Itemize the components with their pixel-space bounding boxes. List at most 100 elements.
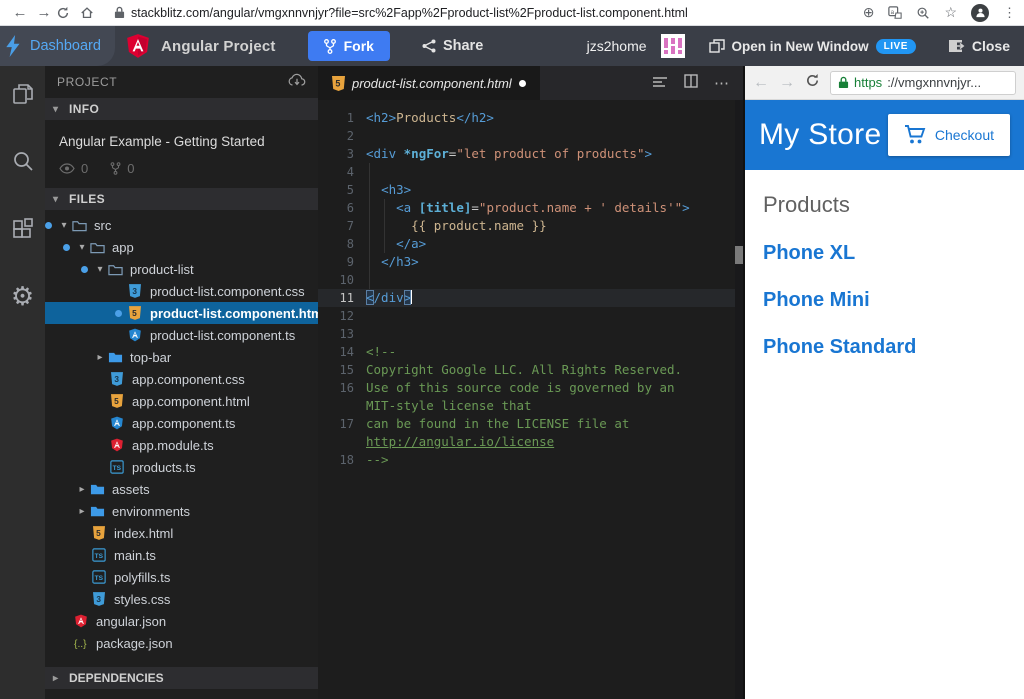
line-number <box>318 433 354 451</box>
code-line-5: 5 <h3> <box>318 181 743 199</box>
product-links: Phone XL Phone Mini Phone Standard <box>763 242 1006 359</box>
line-number: 16 <box>318 379 354 397</box>
tree-item-product-list.component.html[interactable]: 5product-list.component.html <box>45 302 318 324</box>
product-link-phone-xl[interactable]: Phone XL <box>763 242 1006 265</box>
tree-item-styles.css[interactable]: 3styles.css <box>45 588 318 610</box>
scrollbar-handle[interactable] <box>735 246 743 264</box>
line-number: 3 <box>318 145 354 163</box>
chevron-right-icon: ▸ <box>75 506 89 517</box>
tree-item-product-list.component.css[interactable]: 3product-list.component.css <box>45 280 318 302</box>
svg-text:TS: TS <box>95 575 104 582</box>
tree-item-label: app.component.css <box>132 372 245 387</box>
fork-button[interactable]: Fork <box>308 31 390 61</box>
profile-avatar-icon[interactable] <box>971 4 989 22</box>
tree-item-app.module.ts[interactable]: app.module.ts <box>45 434 318 456</box>
url-text: stackblitz.com/angular/vmgxnnvnjyr?file=… <box>131 6 688 20</box>
dashboard-pill[interactable]: Dashboard <box>0 26 115 66</box>
preview-back-icon[interactable]: ← <box>753 74 769 92</box>
code-content[interactable]: 1<h2>Products</h2>23<div *ngFor="let pro… <box>318 100 743 699</box>
lock-icon <box>114 6 125 19</box>
back-arrow-icon[interactable]: ← <box>8 4 32 21</box>
tree-item-src[interactable]: ▾src <box>45 214 318 236</box>
split-editor-icon[interactable] <box>684 74 698 92</box>
code-line-16: 16Use of this source code is governed by… <box>318 379 743 397</box>
tree-item-app.component.css[interactable]: 3app.component.css <box>45 368 318 390</box>
preview-url-scheme: https <box>854 75 882 90</box>
tree-item-main.ts[interactable]: TSmain.ts <box>45 544 318 566</box>
tree-item-assets[interactable]: ▸assets <box>45 478 318 500</box>
store-header: My Store Checkout <box>745 100 1024 170</box>
tree-item-top-bar[interactable]: ▸top-bar <box>45 346 318 368</box>
svg-text:a: a <box>891 8 895 15</box>
unsaved-dot-icon[interactable] <box>519 80 526 87</box>
info-section-header[interactable]: ▾ INFO <box>45 98 318 120</box>
settings-gear-icon[interactable]: ⚙ <box>11 283 34 309</box>
line-number: 17 <box>318 415 354 433</box>
tree-item-label: product-list <box>130 262 194 277</box>
code-line-14: 14<!-- <box>318 343 743 361</box>
preview-forward-icon[interactable]: → <box>779 74 795 92</box>
tree-item-products.ts[interactable]: TSproducts.ts <box>45 456 318 478</box>
forward-arrow-icon[interactable]: → <box>32 4 56 21</box>
product-link-phone-mini[interactable]: Phone Mini <box>763 289 1006 312</box>
close-button-label: Close <box>972 38 1010 54</box>
product-link-phone-standard[interactable]: Phone Standard <box>763 336 1006 359</box>
dashboard-link[interactable]: Dashboard <box>30 38 101 54</box>
editor-scrollbar[interactable] <box>735 100 743 699</box>
format-code-icon[interactable] <box>652 75 668 92</box>
tree-item-product-list.component.ts[interactable]: product-list.component.ts <box>45 324 318 346</box>
close-button[interactable]: Close <box>948 38 1010 54</box>
svg-text:5: 5 <box>114 396 119 406</box>
project-description: Angular Example - Getting Started <box>59 134 306 149</box>
blocks-extensions-icon[interactable] <box>11 216 35 245</box>
line-number: 8 <box>318 235 354 253</box>
download-project-icon[interactable] <box>288 73 306 91</box>
files-icon[interactable] <box>11 82 35 111</box>
tree-item-label: index.html <box>114 526 173 541</box>
username[interactable]: jzs2home <box>587 38 647 54</box>
translate-icon[interactable]: a <box>888 6 902 20</box>
checkout-button[interactable]: Checkout <box>888 114 1010 156</box>
preview-reload-icon[interactable] <box>805 73 820 93</box>
reload-icon[interactable] <box>56 6 80 20</box>
ng-blue-icon <box>127 327 143 343</box>
tree-item-label: app.component.ts <box>132 416 235 431</box>
tree-item-environments[interactable]: ▸environments <box>45 500 318 522</box>
open-new-window-button[interactable]: Open in New Window LIVE <box>709 39 916 54</box>
tree-item-app[interactable]: ▾app <box>45 236 318 258</box>
tree-item-label: products.ts <box>132 460 196 475</box>
file-tree: ▾src▾app▾product-list3product-list.compo… <box>45 210 318 667</box>
tree-item-package.json[interactable]: {..}package.json <box>45 632 318 654</box>
chevron-right-icon: ▸ <box>75 484 89 495</box>
address-bar[interactable]: stackblitz.com/angular/vmgxnnvnjyr?file=… <box>114 6 855 20</box>
share-button[interactable]: Share <box>422 38 483 54</box>
dependencies-section-header[interactable]: ▸ DEPENDENCIES <box>45 667 318 689</box>
target-icon[interactable]: ⊕ <box>863 4 875 21</box>
tree-item-index.html[interactable]: 5index.html <box>45 522 318 544</box>
views-stat: 0 <box>59 161 88 176</box>
tree-item-label: app <box>112 240 134 255</box>
tree-item-app.component.ts[interactable]: app.component.ts <box>45 412 318 434</box>
line-number: 6 <box>318 199 354 217</box>
folder-open-icon <box>71 217 87 233</box>
code-line-4: 4 <box>318 163 743 181</box>
tree-item-label: app.module.ts <box>132 438 214 453</box>
zoom-icon[interactable] <box>916 6 930 20</box>
more-options-icon[interactable]: ⋯ <box>714 74 729 92</box>
search-icon[interactable] <box>11 149 35 178</box>
preview-pane: ← → https://vmgxnnvnjyr... My Store Chec… <box>743 66 1024 699</box>
angular-logo-icon <box>125 33 151 59</box>
tree-item-product-list[interactable]: ▾product-list <box>45 258 318 280</box>
user-identicon-avatar[interactable] <box>661 34 685 58</box>
tree-item-angular.json[interactable]: angular.json <box>45 610 318 632</box>
files-section-header[interactable]: ▾ FILES <box>45 188 318 210</box>
editor-tab[interactable]: 5 product-list.component.html <box>318 66 540 100</box>
bookmark-star-icon[interactable]: ☆ <box>944 4 957 21</box>
code-line-wrap: http://angular.io/license <box>318 433 743 451</box>
tree-item-app.component.html[interactable]: 5app.component.html <box>45 390 318 412</box>
home-icon[interactable] <box>80 6 104 20</box>
svg-text:3: 3 <box>132 286 137 296</box>
tree-item-polyfills.ts[interactable]: TSpolyfills.ts <box>45 566 318 588</box>
menu-dots-icon[interactable]: ⋮ <box>1003 5 1016 21</box>
preview-address-bar[interactable]: https://vmgxnnvnjyr... <box>830 71 1016 95</box>
